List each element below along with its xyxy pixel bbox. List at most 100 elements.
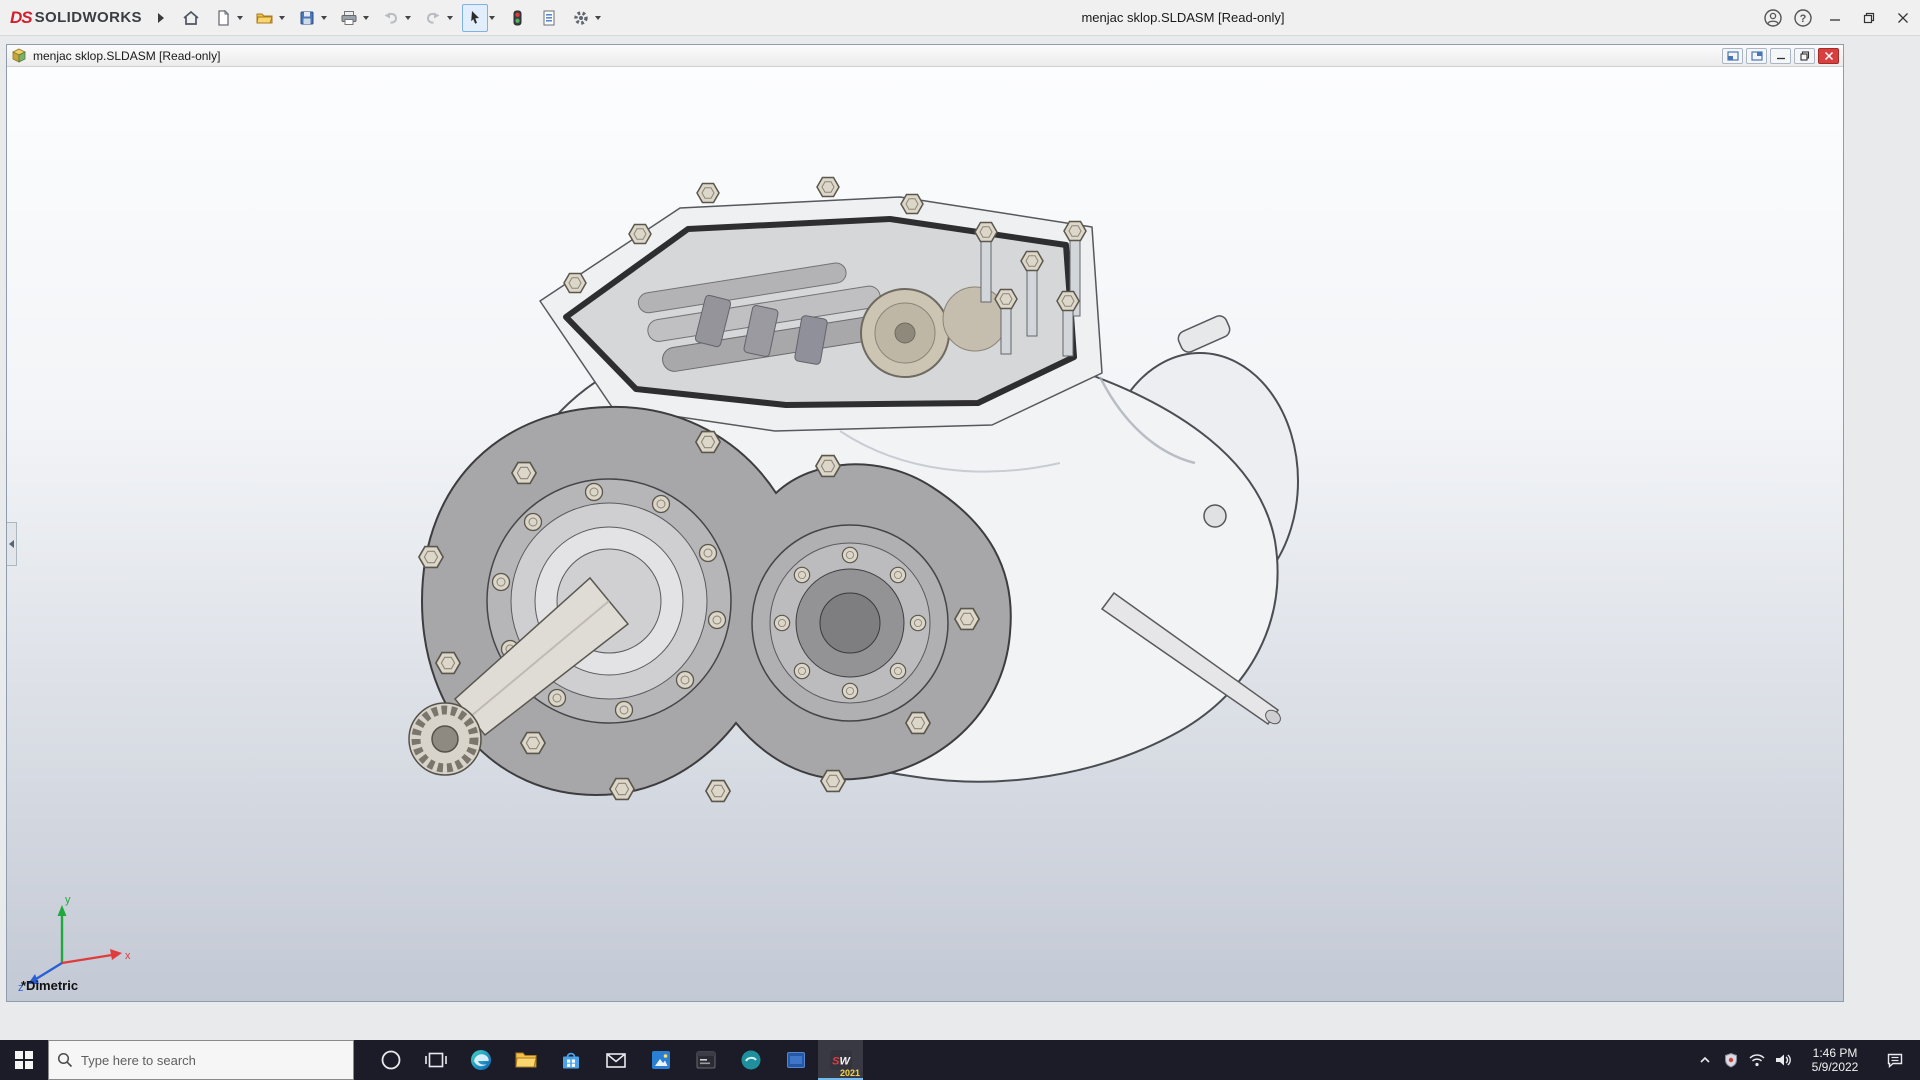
save-dropdown-icon[interactable] [321, 16, 327, 20]
output-bearing-cover[interactable] [752, 525, 948, 721]
security-tray-button[interactable] [1718, 1040, 1744, 1080]
undo-dropdown-icon[interactable] [405, 16, 411, 20]
taskbar-apps: SW 2021 [368, 1040, 863, 1080]
wifi-icon [1748, 1052, 1766, 1068]
graphics-viewport[interactable]: y x z *Dimetric [7, 67, 1843, 1001]
help-icon: ? [1793, 8, 1813, 28]
start-button[interactable] [0, 1040, 48, 1080]
home-button[interactable] [178, 4, 204, 32]
minimize-button[interactable] [1818, 0, 1852, 36]
cortana-button[interactable] [368, 1040, 413, 1080]
rebuild-button[interactable] [504, 4, 530, 32]
restore-icon [1863, 12, 1875, 24]
assembly-document-icon [11, 48, 27, 63]
doc-minimize-icon [1776, 51, 1786, 61]
store-icon [559, 1048, 583, 1072]
restore-button[interactable] [1852, 0, 1886, 36]
edge-button[interactable] [458, 1040, 503, 1080]
print-dropdown-icon[interactable] [363, 16, 369, 20]
mdi-workspace: menjac sklop.SLDASM [Read-only] [0, 36, 1920, 1040]
action-center-button[interactable] [1874, 1040, 1916, 1080]
options-dropdown-icon[interactable] [595, 16, 601, 20]
save-button[interactable] [294, 4, 320, 32]
document-window-controls [1722, 48, 1839, 64]
document-window: menjac sklop.SLDASM [Read-only] [6, 44, 1844, 1002]
titlebar-right-controls: ? [1758, 0, 1920, 36]
close-icon [1897, 12, 1909, 24]
task-view-icon [425, 1049, 447, 1071]
doc-window-extra-icon-1 [1727, 51, 1739, 61]
file-properties-icon [540, 9, 558, 27]
open-button[interactable] [252, 4, 278, 32]
volume-tray-button[interactable] [1770, 1040, 1796, 1080]
windows-logo-icon [15, 1051, 33, 1069]
shield-icon [1723, 1052, 1739, 1068]
terminal-button[interactable] [683, 1040, 728, 1080]
ds-logo-mark: DS [10, 8, 32, 28]
top-cover-opening[interactable] [540, 178, 1102, 432]
app-blue-window-icon [784, 1048, 808, 1072]
doc-restore-button[interactable] [1794, 48, 1815, 64]
help-button[interactable]: ? [1788, 0, 1818, 36]
panel-flyout-handle[interactable] [7, 522, 17, 566]
save-icon [298, 9, 316, 27]
search-icon [57, 1052, 73, 1068]
document-title: menjac sklop.SLDASM [Read-only] [33, 49, 1716, 63]
search-input[interactable] [81, 1053, 311, 1068]
print-icon [340, 9, 358, 27]
toolbar-expand-arrow-icon[interactable] [158, 13, 164, 23]
doc-minimize-button[interactable] [1770, 48, 1791, 64]
clock-date: 5/9/2022 [1796, 1060, 1874, 1074]
doc-close-icon [1824, 51, 1834, 61]
select-tool-button[interactable] [462, 4, 488, 32]
hidden-icons-button[interactable] [1692, 1040, 1718, 1080]
redo-dropdown-icon[interactable] [447, 16, 453, 20]
app-blue-window-button[interactable] [773, 1040, 818, 1080]
close-button[interactable] [1886, 0, 1920, 36]
chevron-up-icon [1698, 1053, 1712, 1067]
account-button[interactable] [1758, 0, 1788, 36]
redo-button[interactable] [420, 4, 446, 32]
new-document-dropdown-icon[interactable] [237, 16, 243, 20]
open-dropdown-icon[interactable] [279, 16, 285, 20]
mail-icon [604, 1048, 628, 1072]
cortana-icon [380, 1049, 402, 1071]
solidworks-logo-text: SOLIDWORKS [35, 9, 142, 26]
photos-icon [649, 1048, 673, 1072]
solidworks-taskbar-button[interactable]: SW 2021 [818, 1040, 863, 1080]
store-button[interactable] [548, 1040, 593, 1080]
redo-icon [424, 9, 442, 27]
mail-button[interactable] [593, 1040, 638, 1080]
print-button[interactable] [336, 4, 362, 32]
new-document-icon [214, 9, 232, 27]
options-button[interactable] [568, 4, 594, 32]
svg-text:x: x [125, 950, 131, 962]
home-icon [182, 9, 200, 27]
select-cursor-icon [466, 9, 484, 27]
taskbar-clock[interactable]: 1:46 PM 5/9/2022 [1796, 1046, 1874, 1074]
file-properties-button[interactable] [536, 4, 562, 32]
doc-close-button[interactable] [1818, 48, 1839, 64]
terminal-icon [694, 1048, 718, 1072]
new-document-button[interactable] [210, 4, 236, 32]
app-round-button[interactable] [728, 1040, 773, 1080]
taskbar-search[interactable] [48, 1040, 354, 1080]
minimize-icon [1829, 12, 1841, 24]
quick-access-toolbar [178, 4, 608, 32]
notification-icon [1886, 1051, 1904, 1069]
undo-button[interactable] [378, 4, 404, 32]
network-tray-button[interactable] [1744, 1040, 1770, 1080]
doc-window-extra-button-1[interactable] [1722, 48, 1743, 64]
select-dropdown-icon[interactable] [489, 16, 495, 20]
document-titlebar[interactable]: menjac sklop.SLDASM [Read-only] [7, 45, 1843, 67]
task-view-button[interactable] [413, 1040, 458, 1080]
file-explorer-icon [514, 1048, 538, 1072]
file-explorer-button[interactable] [503, 1040, 548, 1080]
gearbox-model[interactable]: y x z [7, 67, 1843, 1001]
windows-taskbar: SW 2021 [0, 1040, 1920, 1080]
chevron-left-icon [9, 540, 14, 548]
svg-text:SW: SW [832, 1056, 851, 1068]
screen: DS SOLIDWORKS [0, 0, 1920, 1080]
photos-button[interactable] [638, 1040, 683, 1080]
doc-window-extra-button-2[interactable] [1746, 48, 1767, 64]
